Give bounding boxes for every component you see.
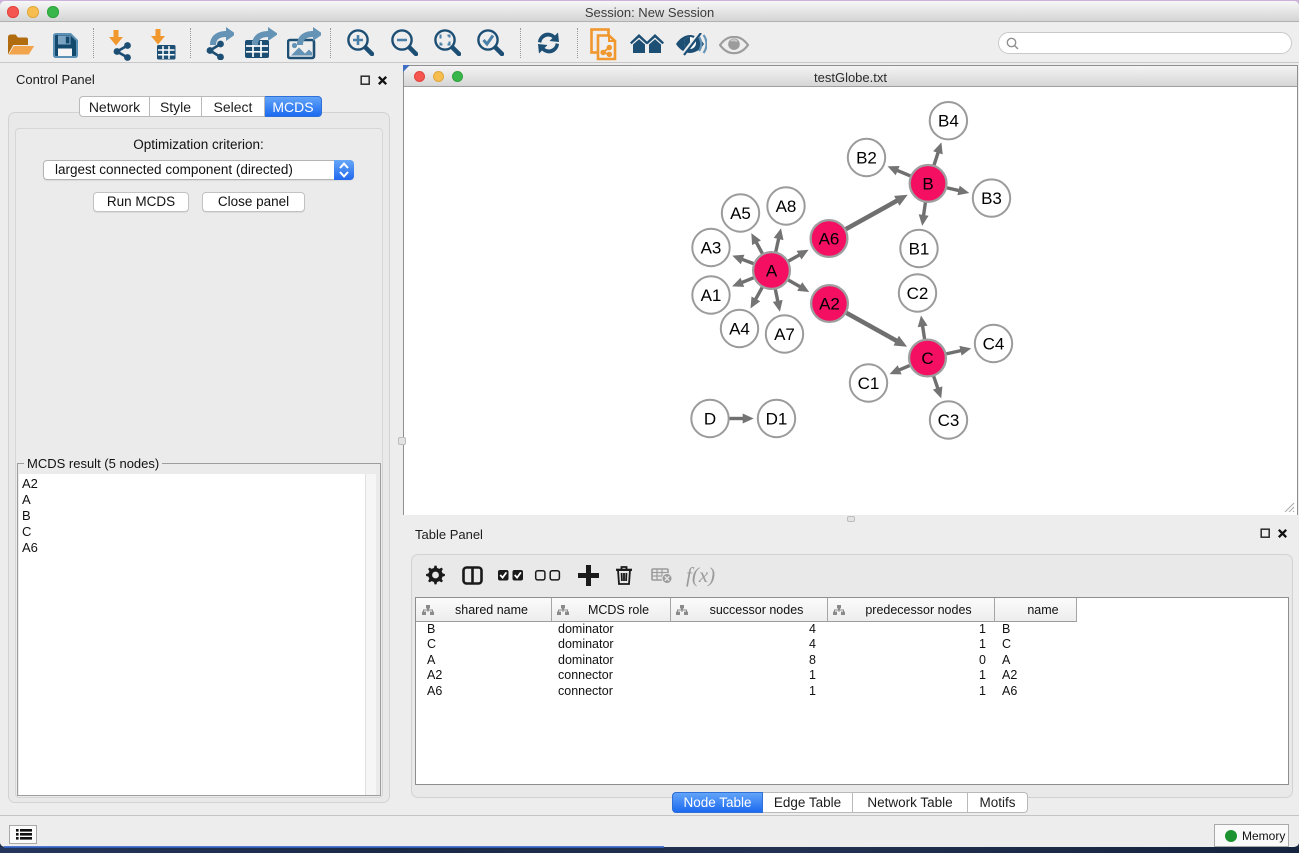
svg-text:A4: A4: [729, 320, 750, 339]
svg-text:C3: C3: [938, 411, 960, 430]
svg-text:B3: B3: [981, 189, 1002, 208]
svg-text:C4: C4: [983, 335, 1005, 354]
svg-text:A3: A3: [701, 239, 722, 258]
svg-text:B1: B1: [909, 240, 930, 259]
svg-text:C2: C2: [907, 284, 929, 303]
svg-text:C: C: [921, 349, 933, 368]
svg-text:A5: A5: [730, 204, 751, 223]
svg-text:C1: C1: [858, 374, 880, 393]
svg-text:A1: A1: [701, 286, 722, 305]
svg-text:D: D: [704, 410, 716, 429]
svg-text:B: B: [922, 174, 933, 193]
svg-text:B2: B2: [856, 149, 877, 168]
svg-text:A7: A7: [774, 325, 795, 344]
svg-text:A8: A8: [776, 197, 797, 216]
svg-text:A: A: [766, 262, 778, 281]
svg-text:D1: D1: [766, 410, 788, 429]
svg-text:B4: B4: [938, 112, 959, 131]
svg-text:A6: A6: [819, 230, 840, 249]
svg-text:A2: A2: [819, 295, 840, 314]
